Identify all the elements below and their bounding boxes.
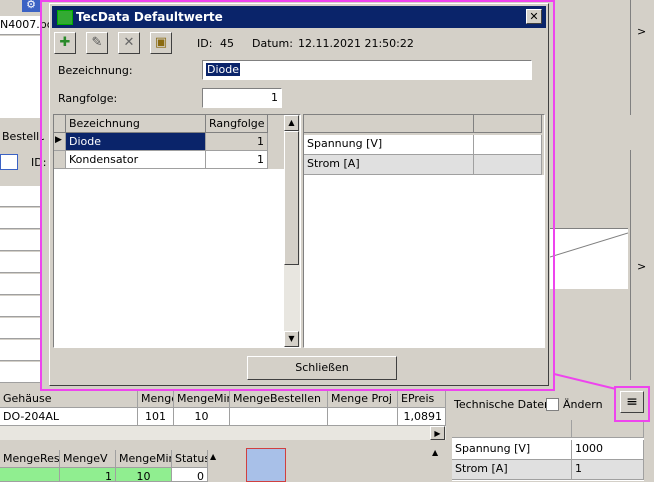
tech-grid-name-2[interactable]: Strom [A] [452, 460, 572, 480]
dialog-highlight [40, 0, 555, 391]
background-row-2 [0, 208, 42, 229]
tech-data-grid: Spannung [V] 1000 Strom [A] 1 [452, 420, 644, 481]
grid-view-icon[interactable] [0, 154, 18, 170]
aendern-label: Ändern [563, 398, 603, 411]
bestellung-tab[interactable]: Bestellun [0, 130, 44, 146]
background-row-7 [0, 318, 42, 339]
background-row-3 [0, 230, 42, 251]
tech-grid-header-2 [572, 420, 644, 438]
right-scroll-mid[interactable]: > [630, 150, 651, 380]
main-grid-header-epreis[interactable]: EPreis [398, 390, 446, 408]
lower-grid-scroll-arrow[interactable]: ▲ [210, 452, 222, 466]
main-grid-cell-gehaeuse[interactable]: DO-204AL [0, 408, 138, 426]
background-row-6 [0, 296, 42, 317]
hscroll-right-arrow[interactable]: ▶ [430, 426, 445, 440]
main-grid-header-gehaeuse[interactable]: Gehäuse [0, 390, 138, 408]
background-row-5 [0, 274, 42, 295]
tech-grid-value-2[interactable]: 1 [572, 460, 644, 480]
lower-grid-cell-mengeres[interactable] [0, 468, 60, 482]
right-arrow-top: > [637, 25, 647, 38]
background-toolbar: ⚙ [0, 0, 42, 14]
tech-grid-name-1[interactable]: Spannung [V] [452, 440, 572, 460]
file-name-field[interactable]: N4007.pdf [0, 16, 58, 35]
lower-grid-header-mengev[interactable]: MengeV [60, 450, 116, 468]
main-grid-header-mengemin[interactable]: MengeMin [174, 390, 230, 408]
main-grid-cell-menge[interactable]: 101 [138, 408, 174, 426]
main-grid-cell-mengebestellen[interactable] [230, 408, 328, 426]
connector-line [550, 232, 628, 258]
background-row-9 [0, 362, 42, 383]
background-panel [0, 36, 42, 118]
highlight-connector [554, 373, 617, 390]
gear-icon[interactable]: ⚙ [22, 0, 40, 12]
main-grid-cell-epreis[interactable]: 1,0891 [398, 408, 446, 426]
stacked-records-icon[interactable] [246, 448, 286, 482]
lower-grid-cell-status[interactable]: 0 [172, 468, 208, 482]
main-grid-cell-mengemin[interactable]: 10 [174, 408, 230, 426]
tech-grid-header-1 [452, 420, 572, 438]
lower-grid-cell-mengemin[interactable]: 10 [116, 468, 172, 482]
lower-grid-header-mengemin[interactable]: MengeMin [116, 450, 172, 468]
tech-grid-value-1[interactable]: 1000 [572, 440, 644, 460]
lower-grid-cell-mengev[interactable]: 1 [60, 468, 116, 482]
background-row-8 [0, 340, 42, 361]
aendern-checkbox[interactable] [546, 398, 559, 411]
lower-right-scroll[interactable]: ▲ [432, 448, 446, 482]
background-white-area [550, 228, 628, 289]
main-grid-hscroll[interactable]: ▶ [0, 426, 446, 440]
lower-grid-header-status[interactable]: Status [172, 450, 208, 468]
tech-data-label: Technische Daten: [454, 398, 555, 411]
main-grid-header-mengebestellen[interactable]: MengeBestellen [230, 390, 328, 408]
background-row-4 [0, 252, 42, 273]
main-grid-cell-mengeproj[interactable] [328, 408, 398, 426]
bestellung-tab-label: Bestellun [2, 130, 44, 143]
main-grid-header-menge[interactable]: Menge [138, 390, 174, 408]
lower-grid-header-mengeres[interactable]: MengeRes [0, 450, 60, 468]
background-row-1 [0, 186, 42, 207]
right-scroll-top[interactable]: > [630, 0, 651, 115]
right-arrow-mid: > [637, 260, 647, 273]
main-grid-header-mengeproj[interactable]: Menge Proj [328, 390, 398, 408]
